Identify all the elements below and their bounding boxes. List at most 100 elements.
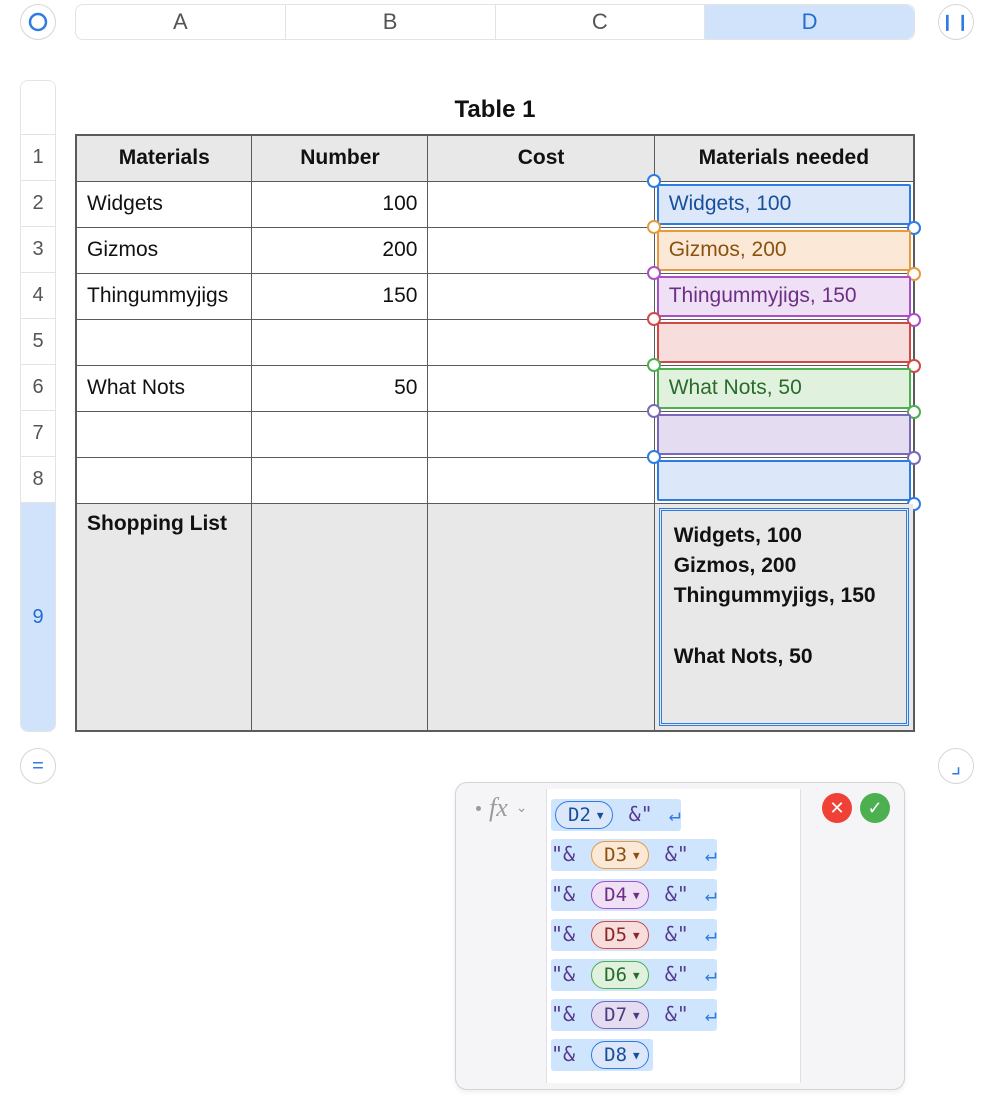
cell-C2[interactable] [428, 181, 654, 227]
formula-body[interactable]: D2 ▼ &" ↵ "& D3 ▼ &" ↵ "& [546, 789, 801, 1083]
cell-C4[interactable] [428, 273, 654, 319]
cell-B8[interactable] [252, 457, 428, 503]
table-row [76, 457, 914, 503]
cell-A5[interactable] [76, 319, 252, 365]
row-header-9[interactable]: 9 [21, 503, 55, 731]
cell-D5[interactable] [654, 319, 914, 365]
accept-button[interactable]: ✓ [860, 793, 890, 823]
table-title[interactable]: Table 1 [75, 96, 915, 124]
formula-line: "& D5 ▼ &" ↵ [551, 915, 796, 955]
cell-A2[interactable]: Widgets [76, 181, 252, 227]
formula-actions: ✕ ✓ [822, 793, 890, 823]
add-row-handle[interactable]: = [20, 748, 56, 784]
token-label: D7 [604, 1004, 627, 1026]
cell-token-D8[interactable]: D8 ▼ [591, 1041, 649, 1069]
ring-icon [28, 12, 48, 32]
cell-token-D6[interactable]: D6 ▼ [591, 961, 649, 989]
chevron-down-icon: ▼ [633, 889, 640, 902]
cell-A7[interactable] [76, 411, 252, 457]
cell-D5-value [657, 322, 911, 363]
cell-D8[interactable] [654, 457, 914, 503]
header-number[interactable]: Number [252, 135, 428, 181]
column-header-bar: A B C D [75, 4, 915, 40]
row-header-3[interactable]: 3 [21, 227, 55, 273]
add-column-handle[interactable]: ❙❙ [938, 4, 974, 40]
cell-D4[interactable]: Thingummyjigs, 150 [654, 273, 914, 319]
header-materials[interactable]: Materials [76, 135, 252, 181]
header-materials-needed[interactable]: Materials needed [654, 135, 914, 181]
cell-token-D7[interactable]: D7 ▼ [591, 1001, 649, 1029]
cell-D2[interactable]: Widgets, 100 [654, 181, 914, 227]
chevron-down-icon: ▼ [597, 809, 604, 822]
cell-token-D4[interactable]: D4 ▼ [591, 881, 649, 909]
cell-D9[interactable]: Widgets, 100 Gizmos, 200 Thingummyjigs, … [654, 503, 914, 731]
cell-C6[interactable] [428, 365, 654, 411]
cell-B7[interactable] [252, 411, 428, 457]
cell-A6[interactable]: What Nots [76, 365, 252, 411]
cell-B9[interactable] [252, 503, 428, 731]
row-header-5[interactable]: 5 [21, 319, 55, 365]
chevron-down-icon: ▼ [633, 1049, 640, 1062]
return-icon: ↵ [669, 802, 681, 826]
pause-icon: ❙❙ [941, 12, 972, 32]
row-header-2[interactable]: 2 [21, 181, 55, 227]
cell-C3[interactable] [428, 227, 654, 273]
row-header-8[interactable]: 8 [21, 457, 55, 503]
cell-token-D2[interactable]: D2 ▼ [555, 801, 613, 829]
token-label: D8 [604, 1044, 627, 1066]
handle-icon[interactable] [647, 266, 661, 280]
formula-text: "& [551, 922, 575, 946]
row-header-4[interactable]: 4 [21, 273, 55, 319]
header-cost[interactable]: Cost [428, 135, 654, 181]
column-header-D[interactable]: D [705, 5, 914, 39]
column-header-C[interactable]: C [496, 5, 706, 39]
cell-token-D3[interactable]: D3 ▼ [591, 841, 649, 869]
cell-token-D5[interactable]: D5 ▼ [591, 921, 649, 949]
cell-A8[interactable] [76, 457, 252, 503]
resize-handle[interactable]: ⌟ [938, 748, 974, 784]
cell-B5[interactable] [252, 319, 428, 365]
cell-D6[interactable]: What Nots, 50 [654, 365, 914, 411]
cell-B3[interactable]: 200 [252, 227, 428, 273]
formula-text: &" [629, 802, 653, 826]
cancel-button[interactable]: ✕ [822, 793, 852, 823]
row-header-1[interactable]: 1 [21, 135, 55, 181]
cell-C5[interactable] [428, 319, 654, 365]
cell-C7[interactable] [428, 411, 654, 457]
handle-icon[interactable] [647, 358, 661, 372]
cell-D7[interactable] [654, 411, 914, 457]
row-header-6[interactable]: 6 [21, 365, 55, 411]
equals-icon: = [32, 755, 44, 778]
fx-text: fx [489, 793, 508, 823]
handle-icon[interactable] [647, 220, 661, 234]
cell-A9[interactable]: Shopping List [76, 503, 252, 731]
chevron-down-icon: ▼ [633, 1009, 640, 1022]
chevron-down-icon: ⌄ [516, 800, 528, 817]
row-header-7[interactable]: 7 [21, 411, 55, 457]
handle-icon[interactable] [647, 404, 661, 418]
return-icon: ↵ [705, 922, 717, 946]
cell-A4[interactable]: Thingummyjigs [76, 273, 252, 319]
select-all-handle[interactable] [20, 4, 56, 40]
check-icon: ✓ [867, 798, 882, 819]
handle-icon[interactable] [647, 174, 661, 188]
column-header-B[interactable]: B [286, 5, 496, 39]
cell-D3[interactable]: Gizmos, 200 [654, 227, 914, 273]
cell-B4[interactable]: 150 [252, 273, 428, 319]
cell-A3[interactable]: Gizmos [76, 227, 252, 273]
cell-C8[interactable] [428, 457, 654, 503]
handle-icon[interactable] [647, 312, 661, 326]
cell-B2[interactable]: 100 [252, 181, 428, 227]
formula-text: &" [665, 922, 689, 946]
row-header-blank[interactable] [21, 81, 55, 135]
return-icon: ↵ [705, 842, 717, 866]
fx-label[interactable]: fx ⌄ [476, 793, 528, 823]
formula-text: &" [665, 962, 689, 986]
column-header-A[interactable]: A [76, 5, 286, 39]
cell-B6[interactable]: 50 [252, 365, 428, 411]
formula-text: &" [665, 882, 689, 906]
chevron-down-icon: ▼ [633, 969, 640, 982]
handle-icon[interactable] [647, 450, 661, 464]
cell-C9[interactable] [428, 503, 654, 731]
corner-icon: ⌟ [951, 753, 961, 779]
